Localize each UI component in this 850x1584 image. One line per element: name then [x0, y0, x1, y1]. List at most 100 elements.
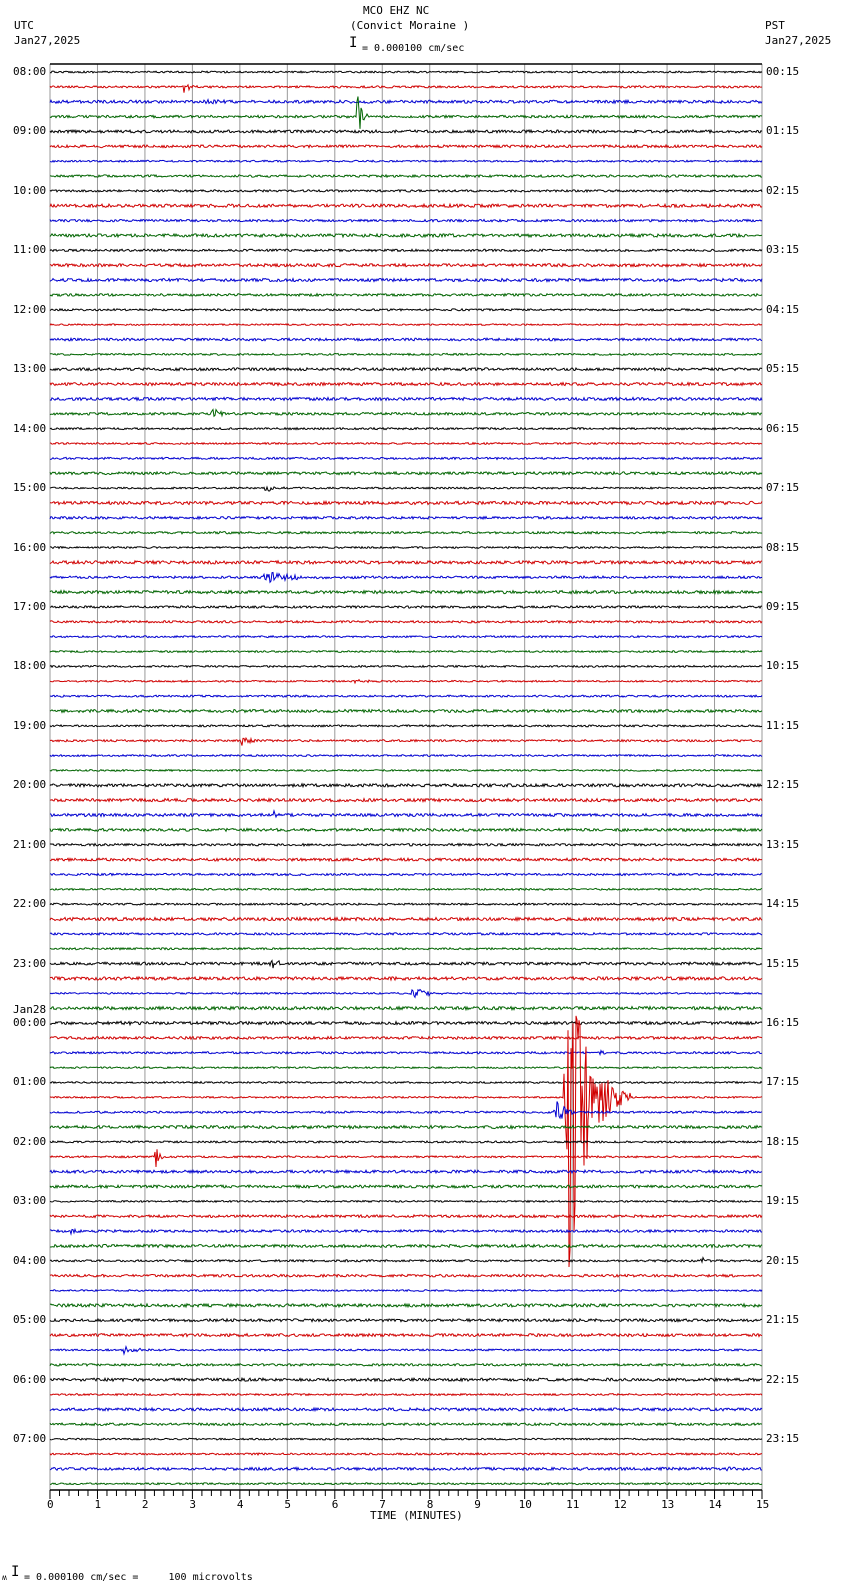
- seismic-trace: [49, 782, 763, 789]
- pst-hour-label: 14:15: [766, 897, 800, 911]
- pst-hour-label: 16:15: [766, 1016, 800, 1030]
- seismic-trace: [49, 571, 763, 584]
- seismic-trace: [49, 1049, 763, 1057]
- pst-hour-label: 08:15: [766, 540, 800, 554]
- utc-hour-label: 12:00: [13, 302, 47, 316]
- seismic-trace: [49, 902, 763, 907]
- x-tick-label: 13: [661, 1498, 675, 1511]
- x-tick-label: 1: [94, 1498, 102, 1511]
- seismic-trace: [49, 1256, 763, 1264]
- seismic-trace: [49, 1080, 763, 1085]
- pst-hour-label: 13:15: [766, 837, 800, 851]
- utc-hour-label: 00:00: [13, 1016, 47, 1030]
- utc-hour-label: 16:00: [13, 540, 47, 554]
- pst-hour-label: 19:15: [766, 1194, 800, 1208]
- seismic-trace: [49, 723, 763, 728]
- utc-hour-label: 13:00: [13, 362, 47, 376]
- x-tick-label: 5: [284, 1498, 291, 1511]
- utc-hour-label: 06:00: [13, 1372, 47, 1386]
- seismic-trace: [49, 83, 763, 93]
- pst-hour-label: 18:15: [766, 1134, 800, 1148]
- pst-hour-label: 00:15: [766, 65, 800, 78]
- seismic-trace: [49, 975, 763, 982]
- seismic-trace: [49, 1020, 763, 1027]
- pst-hour-label: 22:15: [766, 1372, 800, 1386]
- pst-hour-label: 09:15: [766, 599, 800, 613]
- seismic-trace: [49, 842, 763, 848]
- seismic-trace: [49, 500, 763, 506]
- seismic-trace: [49, 426, 763, 431]
- pst-hour-label: 07:15: [766, 481, 800, 495]
- seismic-trace: [49, 1140, 763, 1144]
- pst-hour-label: 11:15: [766, 718, 800, 732]
- seismic-trace: [49, 1101, 763, 1120]
- seismic-trace: [49, 1332, 763, 1338]
- seismic-trace: [49, 678, 762, 685]
- seismic-trace: [49, 143, 763, 149]
- seismic-trace: [49, 768, 763, 773]
- seismic-trace: [49, 1035, 763, 1041]
- x-tick-label: 10: [518, 1498, 532, 1511]
- seismic-trace: [49, 98, 763, 105]
- utc-hour-label: 04:00: [13, 1253, 47, 1267]
- utc-hour-label: 08:00: [13, 65, 47, 78]
- utc-hour-label: 22:00: [13, 897, 47, 911]
- seismic-trace: [49, 1406, 763, 1413]
- helicorder-plot: [49, 63, 763, 1499]
- seismic-trace: [49, 485, 763, 492]
- utc-hour-label: 11:00: [13, 243, 47, 257]
- seismic-trace: [49, 1422, 762, 1427]
- date-change-label: Jan28: [13, 1003, 47, 1017]
- pst-hour-label: 10:15: [766, 659, 800, 673]
- seismic-trace: [49, 664, 763, 669]
- seismic-trace: [49, 396, 763, 402]
- seismic-trace: [49, 1317, 763, 1323]
- seismic-trace: [49, 232, 763, 239]
- seismic-trace: [49, 887, 763, 892]
- seismic-trace: [49, 1376, 763, 1383]
- seismic-trace: [49, 694, 763, 698]
- seismic-trace: [49, 589, 763, 596]
- seismic-trace: [49, 988, 763, 999]
- seismic-trace: [49, 1227, 763, 1236]
- x-tick-label: 12: [613, 1498, 627, 1511]
- seismic-trace: [49, 809, 763, 819]
- seismic-trace: [49, 753, 763, 758]
- seismic-trace: [49, 277, 763, 283]
- seismic-trace: [49, 1213, 763, 1219]
- seismic-trace: [49, 337, 763, 342]
- seismic-trace: [49, 470, 763, 476]
- seismic-trace: [49, 1437, 763, 1441]
- seismic-trace: [49, 292, 763, 298]
- seismic-trace: [49, 408, 763, 418]
- seismic-trace: [49, 1273, 763, 1279]
- seismic-trace: [49, 441, 762, 446]
- utc-hour-label: 01:00: [13, 1075, 47, 1089]
- utc-hour-label: 20:00: [13, 778, 47, 792]
- seismic-trace: [49, 1392, 763, 1397]
- seismic-trace: [49, 70, 763, 74]
- seismic-trace: [49, 1288, 763, 1293]
- utc-hour-label: 03:00: [13, 1194, 47, 1208]
- seismic-trace: [49, 872, 763, 877]
- utc-hour-label: 23:00: [13, 956, 47, 970]
- pst-hour-label: 23:15: [766, 1432, 800, 1446]
- seismic-trace: [49, 218, 763, 223]
- seismic-trace: [50, 173, 763, 179]
- seismic-trace: [49, 946, 763, 951]
- utc-hour-label: 09:00: [13, 124, 47, 138]
- seismic-trace: [49, 202, 763, 209]
- x-tick-label: 14: [708, 1498, 722, 1511]
- seismic-trace: [49, 515, 763, 521]
- pst-hour-label: 21:15: [766, 1313, 800, 1327]
- footer-scale-note: = 0.000100 cm/sec = 100 microvolts: [24, 1572, 253, 1583]
- seismic-trace: [49, 604, 762, 610]
- x-tick-label: 4: [236, 1498, 244, 1511]
- seismic-trace: [49, 128, 763, 135]
- utc-hour-label: 18:00: [13, 659, 47, 673]
- x-tick-label: 9: [474, 1498, 481, 1511]
- utc-hour-label: 15:00: [13, 481, 47, 495]
- seismic-trace: [49, 262, 763, 269]
- seismic-trace: [49, 1243, 763, 1249]
- seismic-trace: [49, 381, 763, 387]
